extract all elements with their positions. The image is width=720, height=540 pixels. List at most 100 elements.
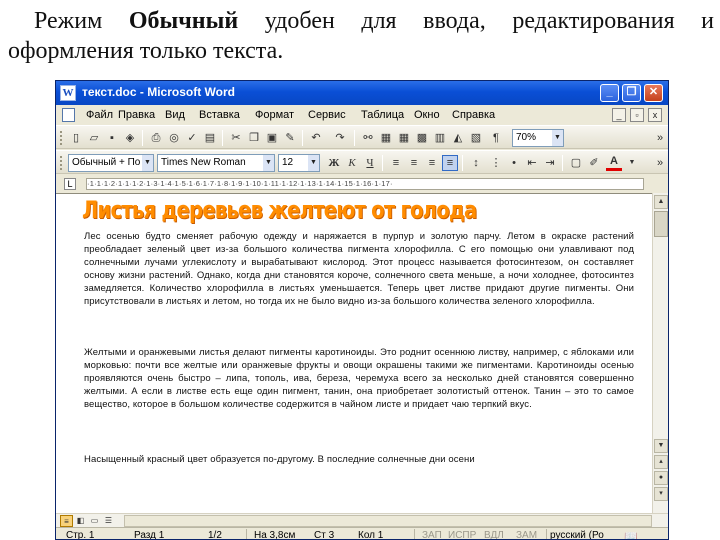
align-right-icon[interactable]: ≡	[424, 155, 440, 171]
status-page: Стр. 1	[66, 530, 95, 540]
format-painter-icon[interactable]: ✎	[282, 130, 298, 146]
print-icon[interactable]: ⎙	[148, 130, 164, 146]
toolbar-separator	[222, 130, 223, 146]
style-select[interactable]: Обычный + По ц ▼	[68, 154, 154, 172]
print-preview-icon[interactable]: ◎	[166, 130, 182, 146]
document-map-icon[interactable]: ▧	[468, 130, 484, 146]
status-ovr[interactable]: ЗАМ	[516, 530, 537, 539]
outline-view-icon[interactable]: ☰	[102, 515, 115, 527]
normal-view-icon[interactable]: ≡	[60, 515, 73, 527]
chevron-down-icon[interactable]: ▼	[142, 155, 153, 171]
redo-icon[interactable]: ↷	[332, 130, 348, 146]
document-icon[interactable]	[62, 108, 75, 122]
minimize-button[interactable]: _	[600, 84, 619, 102]
save-icon[interactable]: ▪	[104, 130, 120, 146]
borders-icon[interactable]: ▢	[568, 155, 584, 171]
status-language: русский (Ро	[550, 530, 604, 540]
insert-excel-icon[interactable]: ▩	[414, 130, 430, 146]
close-button[interactable]: ✕	[644, 84, 663, 102]
justify-icon[interactable]: ≡	[442, 155, 458, 171]
browse-object-icon[interactable]: ●	[654, 471, 668, 485]
tables-borders-icon[interactable]: ▦	[378, 130, 394, 146]
status-ext[interactable]: ВДЛ	[484, 530, 504, 539]
spelling-status-icon[interactable]: 📖	[624, 530, 638, 539]
toolbar-options-icon[interactable]: »	[652, 130, 668, 146]
next-page-icon[interactable]: ▾	[654, 487, 668, 501]
standard-toolbar: ▯ ▱ ▪ ◈ ⎙ ◎ ✓ ▤ ✂ ❐ ▣ ✎ ↶ ↷ ⚯ ▦ ▦ ▩ ▥ ◭ …	[56, 125, 668, 149]
horizontal-ruler[interactable]: ·1·1·1·2·1·1·1·2·1·3·1·4·1·5·1·6·1·7·1·8…	[86, 178, 644, 190]
copy-icon[interactable]: ❐	[246, 130, 262, 146]
caption-bold: Обычный	[128, 8, 239, 34]
zoom-select[interactable]: 70% ▼	[512, 129, 564, 147]
toolbar-options-icon[interactable]: »	[652, 155, 668, 171]
paste-icon[interactable]: ▣	[264, 130, 280, 146]
toolbar-separator	[302, 130, 303, 146]
doc-minimize-button[interactable]: _	[612, 108, 626, 122]
formatting-toolbar: Обычный + По ц ▼ Times New Roman ▼ 12 ▼ Ж К…	[56, 150, 668, 174]
toolbar-separator	[142, 130, 143, 146]
menu-window[interactable]: Окно	[414, 109, 440, 121]
scroll-down-icon[interactable]: ▼	[654, 439, 668, 453]
status-trk[interactable]: ИСПР	[448, 530, 476, 539]
new-document-icon[interactable]: ▯	[68, 130, 84, 146]
font-size-select[interactable]: 12 ▼	[278, 154, 320, 172]
font-select[interactable]: Times New Roman ▼	[157, 154, 275, 172]
hyperlink-icon[interactable]: ⚯	[360, 130, 376, 146]
scroll-thumb[interactable]	[654, 211, 668, 237]
horizontal-scroll-track[interactable]	[124, 515, 652, 527]
title-bar[interactable]: W текст.doc - Microsoft Word _ ❐ ✕	[56, 81, 668, 105]
underline-button[interactable]: Ч	[362, 155, 378, 171]
chevron-down-icon[interactable]: ▼	[263, 155, 274, 171]
status-rec[interactable]: ЗАП	[422, 530, 442, 539]
menu-insert[interactable]: Вставка	[199, 109, 240, 121]
paragraph-2: Желтыми и оранжевыми листья делают пигме…	[84, 347, 634, 410]
insert-table-icon[interactable]: ▦	[396, 130, 412, 146]
doc-close-button[interactable]: x	[648, 108, 662, 122]
menu-format[interactable]: Формат	[255, 109, 294, 121]
cut-icon[interactable]: ✂	[228, 130, 244, 146]
menu-help[interactable]: Справка	[452, 109, 495, 121]
undo-icon[interactable]: ↶	[308, 130, 324, 146]
research-icon[interactable]: ▤	[202, 130, 218, 146]
document-area[interactable]: Листья деревьев желтеют от голода Лес ос…	[56, 193, 652, 513]
menu-tools[interactable]: Сервис	[308, 109, 346, 121]
maximize-button[interactable]: ❐	[622, 84, 641, 102]
chevron-down-icon[interactable]: ▼	[308, 155, 319, 171]
print-view-icon[interactable]: ▭	[88, 515, 101, 527]
menu-file[interactable]: Файл	[86, 109, 113, 121]
columns-icon[interactable]: ▥	[432, 130, 448, 146]
align-center-icon[interactable]: ≡	[406, 155, 422, 171]
menu-view[interactable]: Вид	[165, 109, 185, 121]
status-position: На 3,8см	[254, 530, 296, 540]
web-view-icon[interactable]: ◧	[74, 515, 87, 527]
word-app-icon[interactable]: W	[60, 85, 76, 101]
align-left-icon[interactable]: ≡	[388, 155, 404, 171]
highlight-icon[interactable]: ✐	[586, 155, 602, 171]
menu-table[interactable]: Таблица	[361, 109, 404, 121]
numbering-icon[interactable]: ⋮	[488, 155, 504, 171]
previous-page-icon[interactable]: ▴	[654, 455, 668, 469]
bullets-icon[interactable]: •	[506, 155, 522, 171]
font-color-button[interactable]: A	[606, 155, 622, 171]
scroll-up-icon[interactable]: ▲	[654, 195, 668, 209]
vertical-scrollbar[interactable]: ▲ ▼ ▴ ● ▾	[652, 193, 668, 513]
bold-button[interactable]: Ж	[326, 155, 342, 171]
chevron-down-icon[interactable]: ▼	[552, 130, 563, 146]
italic-button[interactable]: К	[344, 155, 360, 171]
line-spacing-icon[interactable]: ↕	[468, 155, 484, 171]
toolbar-grip[interactable]	[60, 131, 63, 145]
drawing-icon[interactable]: ◭	[450, 130, 466, 146]
tab-selector[interactable]: L	[64, 178, 76, 190]
paragraph-3: Насыщенный красный цвет образуется по-др…	[84, 454, 475, 465]
menu-edit[interactable]: Правка	[118, 109, 155, 121]
increase-indent-icon[interactable]: ⇥	[542, 155, 558, 171]
decrease-indent-icon[interactable]: ⇤	[524, 155, 540, 171]
permission-icon[interactable]: ◈	[122, 130, 138, 146]
chevron-down-icon[interactable]: ▼	[624, 155, 640, 171]
doc-restore-button[interactable]: ▫	[630, 108, 644, 122]
spelling-icon[interactable]: ✓	[184, 130, 200, 146]
status-section: Разд 1	[134, 530, 165, 540]
show-hide-icon[interactable]: ¶	[488, 130, 504, 146]
toolbar-grip[interactable]	[60, 156, 63, 170]
open-folder-icon[interactable]: ▱	[86, 130, 102, 146]
